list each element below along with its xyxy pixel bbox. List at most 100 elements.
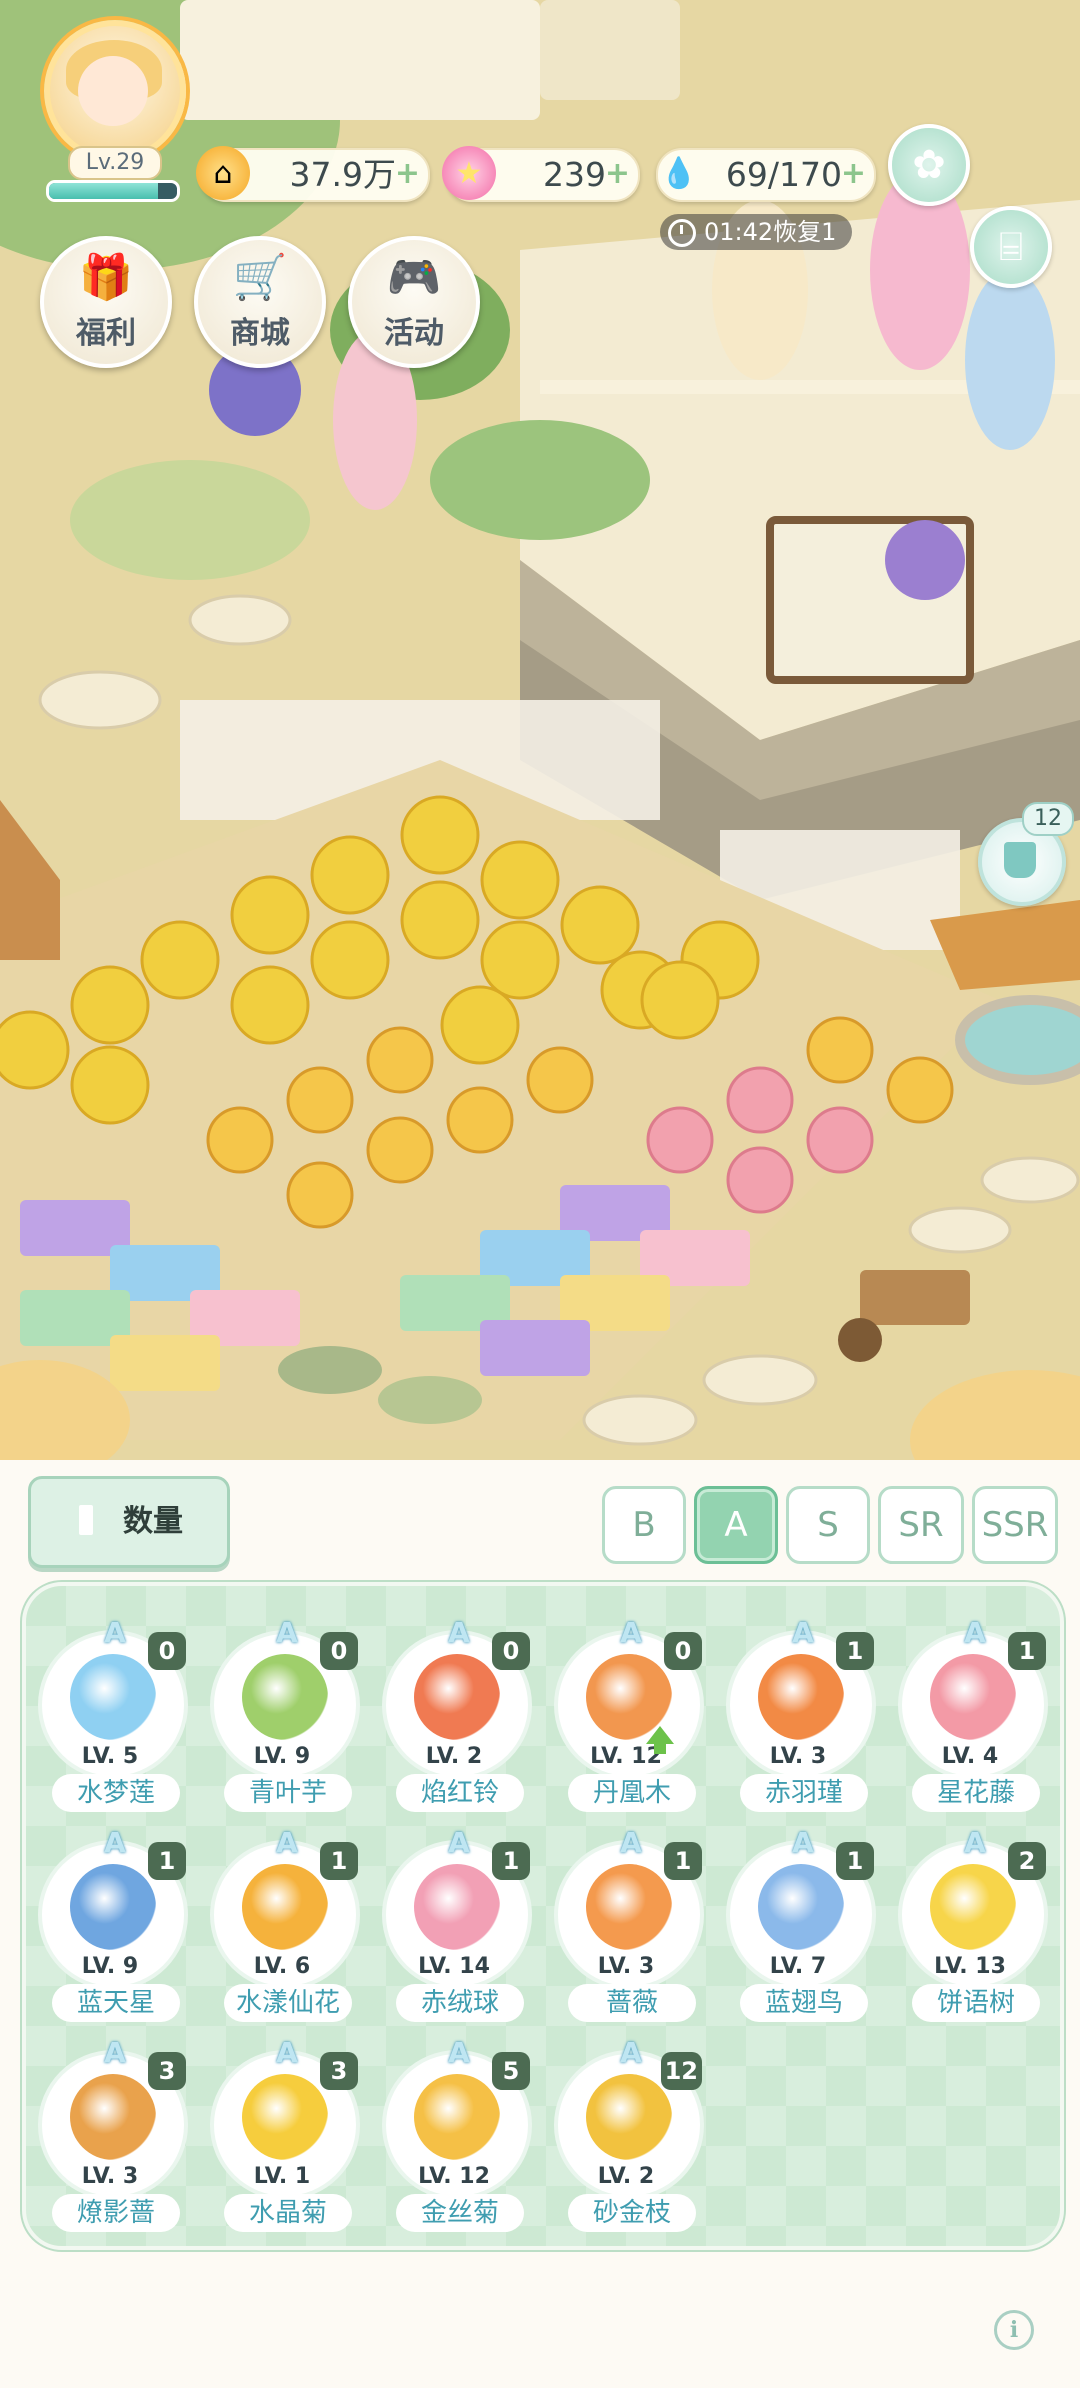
seed-item[interactable]: A 0 LV. 2 焰红铃 bbox=[374, 1616, 534, 1816]
seed-inventory-panel: 数量 B A S SR SSR A 0 LV. 5 水梦莲 A 0 LV. 9 青叶芋 A 0 LV… bbox=[0, 1460, 1080, 2388]
flower-menu-button[interactable]: ✿ bbox=[888, 124, 970, 206]
water-regen-timer: 01:42恢复1 bbox=[660, 214, 853, 250]
gift-icon: 🎁 bbox=[78, 252, 134, 303]
stairs-button[interactable]: ⌸ bbox=[970, 206, 1052, 288]
seed-name: 丹凰木 bbox=[568, 1774, 696, 1812]
seed-item[interactable]: A 3 LV. 1 水晶菊 bbox=[202, 2036, 362, 2236]
seed-item[interactable]: A 1 LV. 7 蓝翅鸟 bbox=[718, 1826, 878, 2026]
seed-grade: A bbox=[620, 1826, 642, 1859]
seed-name: 砂金枝 bbox=[568, 2194, 696, 2232]
star-counter[interactable]: ★ 239 + bbox=[442, 146, 640, 202]
bucket-icon bbox=[1004, 842, 1036, 878]
seed-grade: A bbox=[792, 1616, 814, 1649]
seed-item[interactable]: A 12 LV. 2 砂金枝 bbox=[546, 2036, 706, 2236]
seed-count: 1 bbox=[664, 1842, 702, 1880]
seed-count: 1 bbox=[320, 1842, 358, 1880]
seed-name: 蔷薇 bbox=[568, 1984, 696, 2022]
seed-item[interactable]: A 0 LV. 9 青叶芋 bbox=[202, 1616, 362, 1816]
info-icon[interactable]: i bbox=[994, 2310, 1034, 2350]
clock-icon bbox=[668, 219, 696, 247]
coin-icon: ⌂ bbox=[196, 146, 250, 200]
seed-item[interactable]: A 2 LV. 13 饼语树 bbox=[890, 1826, 1050, 2026]
shopping-cart-icon: 🛒 bbox=[232, 252, 288, 303]
seed-item[interactable]: A 1 LV. 4 星花藤 bbox=[890, 1616, 1050, 1816]
seed-level: LV. 2 bbox=[425, 1744, 483, 1769]
seed-grade: A bbox=[104, 2036, 126, 2069]
seed-count: 1 bbox=[148, 1842, 186, 1880]
seed-name: 水梦莲 bbox=[52, 1774, 180, 1812]
sort-quantity-button[interactable]: 数量 bbox=[28, 1476, 230, 1568]
seed-grade: A bbox=[448, 1826, 470, 1859]
seed-name: 星花藤 bbox=[912, 1774, 1040, 1812]
flower-icon bbox=[242, 1654, 328, 1740]
sort-quantity-label: 数量 bbox=[123, 1504, 183, 1539]
avatar-face bbox=[78, 56, 148, 126]
flower-icon bbox=[930, 1654, 1016, 1740]
star-icon: ★ bbox=[442, 146, 496, 200]
seed-name: 赤羽瑾 bbox=[740, 1774, 868, 1812]
flower-icon bbox=[242, 1864, 328, 1950]
star-value: 239 bbox=[543, 155, 606, 194]
water-add-button[interactable]: + bbox=[841, 150, 866, 198]
coin-counter[interactable]: ⌂ 37.9万 + bbox=[196, 146, 430, 202]
seed-count: 0 bbox=[320, 1632, 358, 1670]
regen-text: 01:42恢复1 bbox=[704, 218, 837, 246]
seed-item[interactable]: A 3 LV. 3 燎影蔷 bbox=[30, 2036, 190, 2236]
player-avatar[interactable]: Lv.29 bbox=[30, 20, 190, 202]
seed-grade: A bbox=[620, 1616, 642, 1649]
cursor-icon bbox=[79, 1505, 93, 1535]
seed-grade: A bbox=[620, 2036, 642, 2069]
seed-level: LV. 3 bbox=[597, 1954, 655, 1979]
seed-item[interactable]: A 1 LV. 9 蓝天星 bbox=[30, 1826, 190, 2026]
seed-level: LV. 6 bbox=[253, 1954, 311, 1979]
seed-name: 金丝菊 bbox=[396, 2194, 524, 2232]
coin-value: 37.9万 bbox=[289, 155, 396, 194]
seed-name: 蓝翅鸟 bbox=[740, 1984, 868, 2022]
seed-item[interactable]: A 1 LV. 3 蔷薇 bbox=[546, 1826, 706, 2026]
seed-item[interactable]: A 1 LV. 14 赤绒球 bbox=[374, 1826, 534, 2026]
tab-rarity-ssr[interactable]: SSR bbox=[972, 1486, 1058, 1564]
seed-item[interactable]: A 0 LV. 5 水梦莲 bbox=[30, 1616, 190, 1816]
seed-count: 1 bbox=[492, 1842, 530, 1880]
tab-rarity-s[interactable]: S bbox=[786, 1486, 870, 1564]
tab-rarity-b[interactable]: B bbox=[602, 1486, 686, 1564]
seed-item[interactable]: A 0 LV. 12 丹凰木 bbox=[546, 1616, 706, 1816]
welfare-button[interactable]: 🎁 福利 bbox=[40, 236, 172, 368]
seed-name: 燎影蔷 bbox=[52, 2194, 180, 2232]
seed-item[interactable]: A 1 LV. 3 赤羽瑾 bbox=[718, 1616, 878, 1816]
flower-icon bbox=[70, 1654, 156, 1740]
seed-level: LV. 12 bbox=[590, 1744, 662, 1769]
seed-level: LV. 9 bbox=[253, 1744, 311, 1769]
seed-grade: A bbox=[448, 2036, 470, 2069]
flower-icon bbox=[758, 1864, 844, 1950]
water-counter[interactable]: 💧 69/170 + bbox=[656, 148, 876, 202]
seed-name: 水晶菊 bbox=[224, 2194, 352, 2232]
seed-level: LV. 3 bbox=[81, 2164, 139, 2189]
seed-count: 1 bbox=[1008, 1632, 1046, 1670]
coin-add-button[interactable]: + bbox=[395, 150, 420, 198]
star-add-button[interactable]: + bbox=[605, 150, 630, 198]
game-scene[interactable]: Lv.29 ⌂ 37.9万 + ★ 239 + 💧 69/170 + 01:42… bbox=[0, 0, 1080, 1460]
xp-bar bbox=[46, 180, 180, 202]
seed-name: 青叶芋 bbox=[224, 1774, 352, 1812]
player-level: Lv.29 bbox=[68, 146, 162, 180]
tab-rarity-a[interactable]: A bbox=[694, 1486, 778, 1564]
seed-count: 2 bbox=[1008, 1842, 1046, 1880]
flower-icon bbox=[242, 2074, 328, 2160]
event-button[interactable]: 🎮 活动 bbox=[348, 236, 480, 368]
seed-grade: A bbox=[276, 1826, 298, 1859]
seed-item[interactable]: A 5 LV. 12 金丝菊 bbox=[374, 2036, 534, 2236]
flower-icon bbox=[586, 1864, 672, 1950]
seed-count: 3 bbox=[320, 2052, 358, 2090]
seed-level: LV. 4 bbox=[941, 1744, 999, 1769]
flower-icon bbox=[586, 2074, 672, 2160]
seed-name: 赤绒球 bbox=[396, 1984, 524, 2022]
tab-rarity-sr[interactable]: SR bbox=[878, 1486, 964, 1564]
seed-name: 饼语树 bbox=[912, 1984, 1040, 2022]
flower-icon bbox=[758, 1654, 844, 1740]
seed-grade: A bbox=[276, 1616, 298, 1649]
shop-button[interactable]: 🛒 商城 bbox=[194, 236, 326, 368]
seed-count: 0 bbox=[492, 1632, 530, 1670]
seed-item[interactable]: A 1 LV. 6 水漾仙花 bbox=[202, 1826, 362, 2026]
seed-level: LV. 5 bbox=[81, 1744, 139, 1769]
